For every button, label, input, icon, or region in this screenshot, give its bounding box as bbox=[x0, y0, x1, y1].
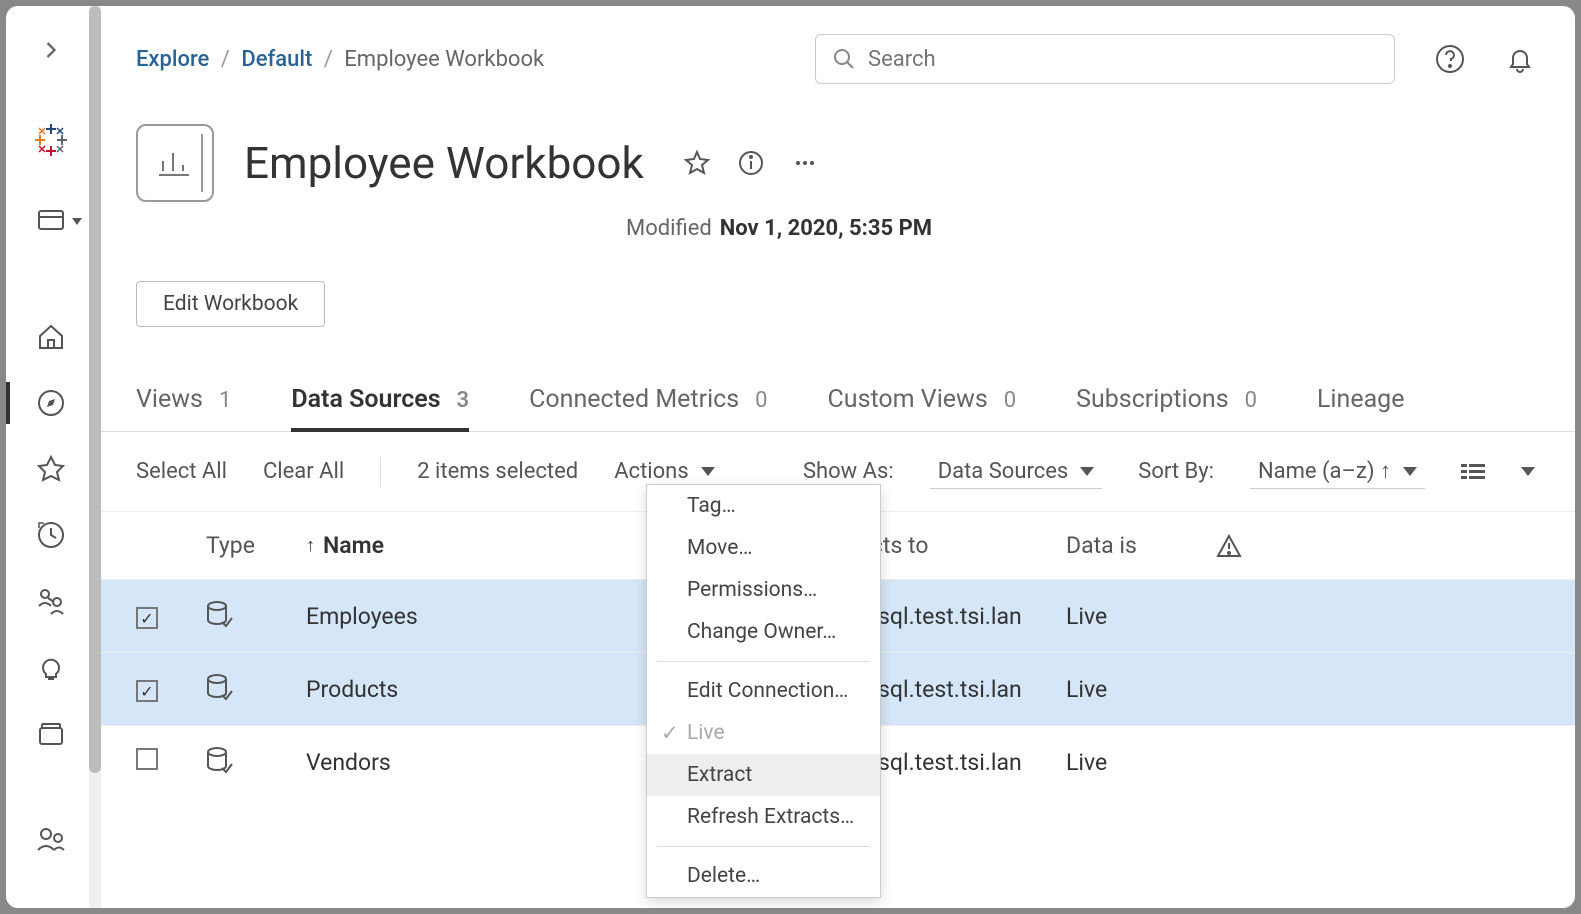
menu-item-extract[interactable]: Extract bbox=[647, 754, 880, 796]
search-input[interactable] bbox=[868, 47, 1378, 72]
tabs: Views1 Data Sources3 Connected Metrics0 … bbox=[96, 335, 1575, 432]
star-favorites-icon[interactable] bbox=[36, 454, 66, 484]
sidebar bbox=[6, 6, 96, 908]
breadcrumb: Explore / Default / Employee Workbook bbox=[136, 47, 544, 72]
star-favorite-icon[interactable] bbox=[684, 150, 710, 176]
sidebar-expand-chevron-icon[interactable] bbox=[37, 36, 65, 64]
breadcrumb-current: Employee Workbook bbox=[344, 47, 544, 72]
menu-item-delete[interactable]: Delete… bbox=[647, 855, 880, 897]
tableau-logo-icon[interactable] bbox=[31, 120, 71, 160]
title-row: Employee Workbook bbox=[96, 84, 1575, 202]
selection-count: 2 items selected bbox=[417, 459, 578, 484]
help-icon[interactable] bbox=[1435, 44, 1465, 74]
menu-item-move[interactable]: Move… bbox=[647, 527, 880, 569]
recents-clock-icon[interactable] bbox=[36, 520, 66, 550]
tab-data-sources[interactable]: Data Sources3 bbox=[291, 385, 469, 432]
menu-item-tag[interactable]: Tag… bbox=[647, 485, 880, 527]
workbook-icon bbox=[136, 124, 214, 202]
datasource-icon bbox=[206, 600, 234, 632]
more-actions-icon[interactable] bbox=[792, 150, 818, 176]
actions-dropdown-button[interactable]: Actions bbox=[614, 459, 714, 484]
list-view-icon[interactable] bbox=[1461, 462, 1485, 482]
row-datais: Live bbox=[1066, 676, 1216, 703]
view-mode-caret-icon[interactable] bbox=[1521, 467, 1535, 476]
menu-item-live[interactable]: ✓Live bbox=[647, 712, 880, 754]
col-type[interactable]: Type bbox=[206, 532, 306, 559]
sort-by-label: Sort By: bbox=[1138, 459, 1214, 484]
breadcrumb-explore[interactable]: Explore bbox=[136, 47, 209, 72]
menu-separator bbox=[657, 846, 870, 847]
menu-separator bbox=[657, 661, 870, 662]
select-all-link[interactable]: Select All bbox=[136, 459, 227, 484]
menu-item-refresh-extracts[interactable]: Refresh Extracts… bbox=[647, 796, 880, 838]
info-icon[interactable] bbox=[738, 150, 764, 176]
tab-views[interactable]: Views1 bbox=[136, 385, 231, 428]
shared-users-icon[interactable] bbox=[36, 586, 66, 616]
row-checkbox[interactable]: ✓ bbox=[136, 680, 158, 702]
divider bbox=[380, 457, 381, 487]
sort-by-dropdown[interactable]: Name (a–z) ↑ bbox=[1250, 454, 1425, 489]
tab-connected-metrics[interactable]: Connected Metrics0 bbox=[529, 385, 767, 428]
lightbulb-recommendations-icon[interactable] bbox=[36, 652, 66, 682]
menu-item-permissions[interactable]: Permissions… bbox=[647, 569, 880, 611]
window-icon[interactable] bbox=[36, 206, 66, 236]
collections-box-icon[interactable] bbox=[36, 718, 66, 748]
tab-subscriptions[interactable]: Subscriptions0 bbox=[1076, 385, 1257, 428]
explore-compass-icon[interactable] bbox=[36, 388, 66, 418]
actions-menu: Tag… Move… Permissions… Change Owner… Ed… bbox=[646, 484, 881, 898]
notifications-bell-icon[interactable] bbox=[1505, 44, 1535, 74]
menu-item-edit-connection[interactable]: Edit Connection… bbox=[647, 670, 880, 712]
col-alert-icon[interactable] bbox=[1216, 533, 1266, 559]
row-datais: Live bbox=[1066, 603, 1216, 630]
tab-custom-views[interactable]: Custom Views0 bbox=[828, 385, 1017, 428]
search-icon bbox=[832, 47, 856, 71]
row-datais: Live bbox=[1066, 749, 1216, 776]
clear-all-link[interactable]: Clear All bbox=[263, 459, 344, 484]
caret-down-icon bbox=[1080, 467, 1094, 476]
search-box[interactable] bbox=[815, 34, 1395, 84]
edit-workbook-button[interactable]: Edit Workbook bbox=[136, 281, 325, 327]
row-checkbox[interactable] bbox=[136, 748, 158, 770]
topbar: Explore / Default / Employee Workbook bbox=[96, 6, 1575, 84]
home-icon[interactable] bbox=[36, 322, 66, 352]
datasource-icon bbox=[206, 673, 234, 705]
breadcrumb-project[interactable]: Default bbox=[241, 47, 312, 72]
caret-down-icon bbox=[1403, 467, 1417, 476]
modified-info: ModifiedNov 1, 2020, 5:35 PM bbox=[96, 216, 1575, 241]
scrollbar-thumb[interactable] bbox=[89, 6, 101, 773]
caret-down-icon bbox=[701, 467, 715, 476]
menu-item-change-owner[interactable]: Change Owner… bbox=[647, 611, 880, 653]
users-group-icon[interactable] bbox=[36, 824, 66, 854]
page-title: Employee Workbook bbox=[244, 137, 644, 189]
tab-lineage[interactable]: Lineage bbox=[1317, 385, 1405, 428]
show-as-label: Show As: bbox=[803, 459, 894, 484]
col-data-is[interactable]: Data is bbox=[1066, 532, 1216, 559]
show-as-dropdown[interactable]: Data Sources bbox=[930, 455, 1103, 489]
datasource-icon bbox=[206, 746, 234, 778]
row-checkbox[interactable]: ✓ bbox=[136, 607, 158, 629]
